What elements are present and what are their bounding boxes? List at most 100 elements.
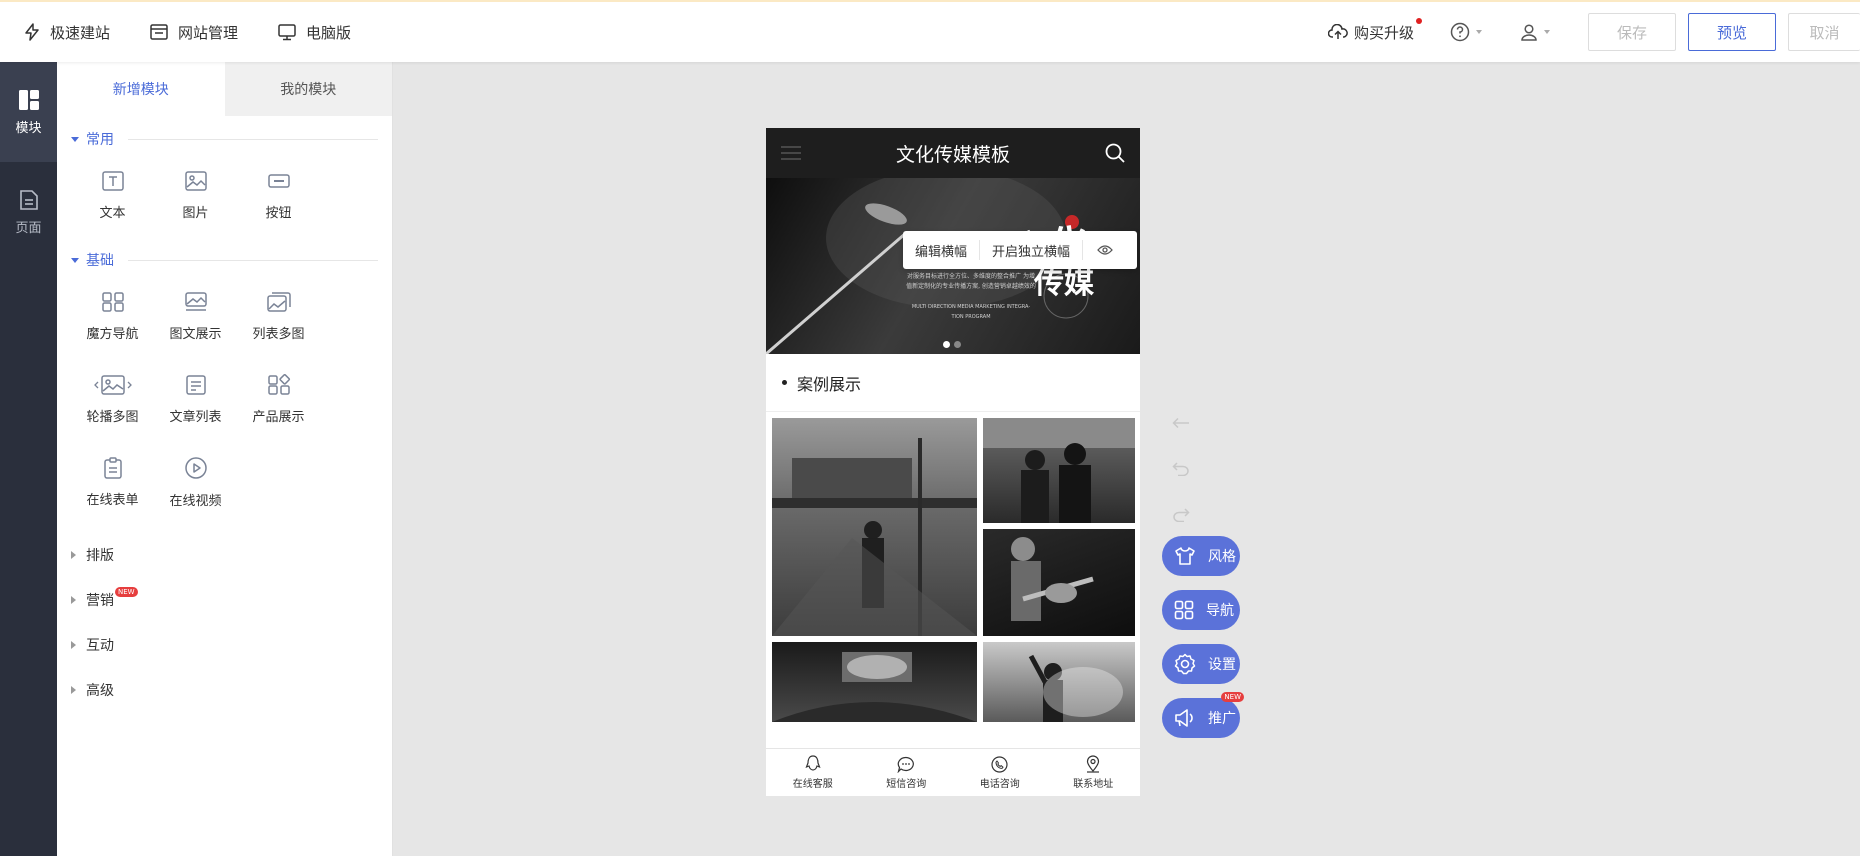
chevron-down-icon: [1476, 30, 1482, 34]
module-form-label: 在线表单: [86, 493, 139, 508]
case-photo[interactable]: [772, 418, 977, 636]
case-photo[interactable]: [983, 642, 1135, 722]
footer-online-service[interactable]: 在线客服: [766, 749, 860, 796]
user-icon: [1521, 24, 1537, 41]
settings-button[interactable]: 设置: [1162, 644, 1240, 684]
video-icon: [184, 457, 207, 479]
product-icon: [267, 374, 290, 395]
bullet: [782, 380, 787, 385]
case-photo[interactable]: [772, 642, 977, 722]
carousel-dot[interactable]: [954, 341, 961, 348]
grid-nav-icon: [1174, 600, 1194, 620]
caret-right-icon: [71, 685, 76, 694]
preview-button[interactable]: 预览: [1688, 13, 1776, 51]
module-form[interactable]: 在线表单: [71, 441, 154, 524]
list-images-icon: [266, 292, 291, 312]
module-cube-nav[interactable]: 魔方导航: [71, 275, 154, 358]
account-dropdown[interactable]: [1520, 23, 1550, 41]
cube-nav-icon: [101, 292, 124, 312]
case-photo[interactable]: [983, 529, 1135, 636]
section-common-header[interactable]: 常用: [57, 124, 392, 154]
footer-sms[interactable]: 短信咨询: [860, 749, 954, 796]
footer-phone-label: 电话咨询: [979, 778, 1020, 790]
module-product[interactable]: 产品展示: [237, 358, 320, 441]
section-basic-header[interactable]: 基础: [57, 245, 392, 275]
module-video[interactable]: 在线视频: [154, 441, 237, 524]
cancel-button[interactable]: 取消: [1788, 13, 1860, 51]
article-list-icon: [185, 375, 206, 395]
menu-icon[interactable]: [780, 144, 802, 162]
visibility-toggle[interactable]: [1083, 244, 1113, 256]
back-button[interactable]: [1172, 400, 1190, 446]
save-button[interactable]: 保存: [1588, 13, 1676, 51]
rail-item-page-label: 页面: [15, 220, 42, 236]
module-button[interactable]: 按钮: [237, 154, 320, 237]
desktop-version-button[interactable]: 电脑版: [278, 22, 351, 43]
module-text[interactable]: 文本: [71, 154, 154, 237]
module-product-label: 产品展示: [252, 410, 305, 425]
module-carousel-label: 轮播多图: [86, 410, 139, 425]
style-button[interactable]: 风格: [1162, 536, 1240, 576]
shirt-icon: [1175, 547, 1195, 565]
search-icon[interactable]: [1104, 142, 1126, 164]
image-icon: [184, 171, 207, 191]
section-interaction[interactable]: 互动: [57, 622, 392, 667]
tab-new-module[interactable]: 新增模块: [57, 62, 225, 116]
module-list-images[interactable]: 列表多图: [237, 275, 320, 358]
mobile-footer-bar: 在线客服 短信咨询 电话咨询 联系地址: [766, 748, 1140, 796]
carousel-dot[interactable]: [943, 341, 950, 348]
module-cube-nav-label: 魔方导航: [86, 327, 139, 342]
banner[interactable]: 文化 传媒 对服务目标进行全方位、多维度的整合推广 为增值新定制化的专业传播方案…: [766, 178, 1140, 354]
monitor-icon: [278, 23, 296, 40]
tab-my-module[interactable]: 我的模块: [224, 62, 392, 116]
help-icon: [1450, 22, 1470, 42]
help-dropdown[interactable]: [1450, 22, 1482, 42]
module-carousel[interactable]: 轮播多图: [71, 358, 154, 441]
new-badge: NEW: [115, 587, 138, 597]
upgrade-label: 购买升级: [1353, 23, 1414, 42]
caret-down-icon: [71, 136, 79, 142]
caret-right-icon: [71, 550, 76, 559]
module-panel: 新增模块 我的模块 常用 文本 图片 按钮 基础 魔方导航 图文展示 列表多图 …: [57, 62, 393, 856]
footer-phone[interactable]: 电话咨询: [953, 749, 1047, 796]
module-image-text[interactable]: 图文展示: [154, 275, 237, 358]
carousel-icon: [93, 375, 132, 395]
top-bar-left: 极速建站 网站管理 电脑版: [24, 2, 391, 62]
rail-item-module[interactable]: 模块: [0, 62, 57, 162]
rail-item-page[interactable]: 页面: [0, 162, 57, 262]
caret-down-icon: [71, 257, 79, 263]
section-advanced[interactable]: 高级: [57, 667, 392, 712]
site-manage-button[interactable]: 网站管理: [150, 22, 238, 43]
section-basic-title: 基础: [86, 253, 114, 269]
style-button-label: 风格: [1208, 549, 1236, 565]
image-text-icon: [184, 292, 207, 311]
lightning-icon: [25, 23, 39, 41]
section-marketing[interactable]: 营销 NEW: [57, 577, 392, 622]
quick-build-label: 极速建站: [50, 23, 111, 42]
megaphone-icon: [1175, 709, 1193, 727]
section-layout-label: 排版: [86, 547, 114, 564]
form-icon: [103, 457, 122, 479]
section-layout[interactable]: 排版: [57, 532, 392, 577]
upgrade-button[interactable]: 购买升级: [1327, 17, 1422, 43]
redo-button[interactable]: [1172, 492, 1190, 538]
rail-item-module-label: 模块: [15, 120, 42, 136]
module-image[interactable]: 图片: [154, 154, 237, 237]
promotion-button[interactable]: 推广 NEW: [1162, 692, 1244, 738]
footer-address[interactable]: 联系地址: [1047, 749, 1141, 796]
independent-banner-button[interactable]: 开启独立横幅: [980, 240, 1084, 260]
caret-right-icon: [71, 640, 76, 649]
edit-banner-button[interactable]: 编辑横幅: [903, 240, 981, 260]
footer-online-service-label: 在线客服: [792, 779, 833, 790]
left-rail: 模块 页面: [0, 62, 57, 856]
module-article-list[interactable]: 文章列表: [154, 358, 237, 441]
section-interaction-label: 互动: [86, 637, 114, 654]
redo-icon: [1173, 508, 1190, 522]
qq-icon: [805, 755, 821, 771]
case-photo[interactable]: [983, 418, 1135, 523]
common-module-grid: 文本 图片 按钮: [57, 154, 392, 237]
quick-build-button[interactable]: 极速建站: [24, 22, 110, 43]
module-image-label: 图片: [182, 206, 209, 221]
navigation-button[interactable]: 导航: [1162, 590, 1240, 630]
undo-button[interactable]: [1172, 446, 1190, 492]
